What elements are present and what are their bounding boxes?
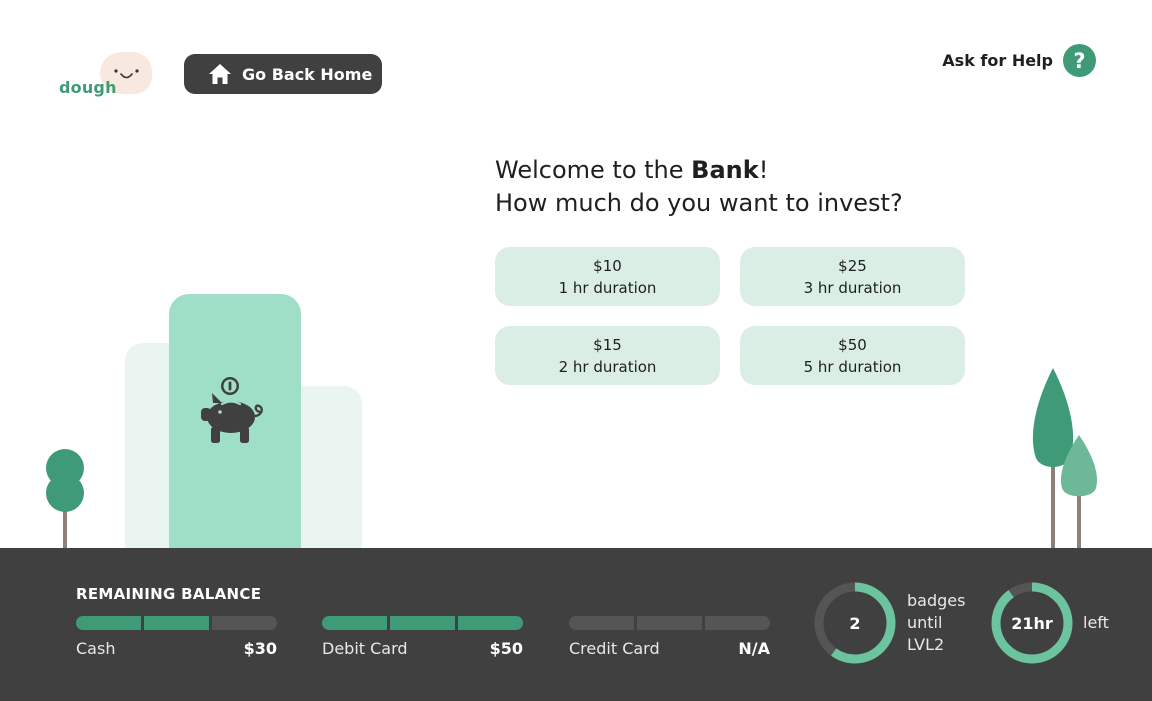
piggy-bank-icon (201, 377, 263, 443)
question-mark-icon: ? (1063, 44, 1096, 77)
credit-card-label: Credit Card (569, 639, 660, 658)
bank-word: Bank (691, 156, 759, 184)
debit-card-label: Debit Card (322, 639, 408, 658)
time-left-label: left (1083, 613, 1109, 632)
ask-for-help-button[interactable]: Ask for Help ? (942, 44, 1096, 77)
cash-meter: Cash $30 (76, 616, 277, 658)
badges-progress-ring: 2 (813, 581, 897, 665)
progress-segment (322, 616, 387, 630)
home-icon (208, 63, 232, 85)
option-amount: $50 (838, 335, 867, 354)
progress-segment (637, 616, 702, 630)
option-amount: $25 (838, 256, 867, 275)
option-duration: 5 hr duration (803, 357, 902, 376)
option-duration: 3 hr duration (803, 278, 902, 297)
cash-progress-bar (76, 616, 277, 630)
help-label: Ask for Help (942, 51, 1053, 70)
debit-card-progress-bar (322, 616, 523, 630)
investment-options: $10 1 hr duration $25 3 hr duration $15 … (495, 247, 966, 385)
badges-count: 2 (849, 613, 861, 633)
time-left-value: 21hr (1011, 613, 1053, 633)
progress-segment (144, 616, 209, 630)
option-duration: 1 hr duration (558, 278, 657, 297)
time-left-ring: 21hr (990, 581, 1074, 665)
credit-card-amount: N/A (738, 639, 770, 658)
progress-segment (458, 616, 523, 630)
welcome-line-1: Welcome to the Bank! (495, 154, 903, 187)
invest-option-50[interactable]: $50 5 hr duration (740, 326, 965, 385)
home-button-label: Go Back Home (242, 64, 373, 84)
progress-segment (212, 616, 277, 630)
progress-segment (569, 616, 634, 630)
debit-card-amount: $50 (489, 639, 523, 658)
credit-card-meter: Credit Card N/A (569, 616, 770, 658)
option-amount: $10 (593, 256, 622, 275)
option-amount: $15 (593, 335, 622, 354)
badges-label: badges until LVL2 (907, 591, 966, 654)
logo-text: dough (59, 78, 117, 97)
option-duration: 2 hr duration (558, 357, 657, 376)
invest-option-25[interactable]: $25 3 hr duration (740, 247, 965, 306)
progress-segment (76, 616, 141, 630)
debit-card-meter: Debit Card $50 (322, 616, 523, 658)
remaining-balance-title: REMAINING BALANCE (76, 585, 262, 603)
progress-segment (705, 616, 770, 630)
tree-illustration-right (1032, 368, 1098, 548)
welcome-suffix: ! (758, 156, 769, 184)
cash-label: Cash (76, 639, 116, 658)
welcome-heading: Welcome to the Bank! How much do you wan… (495, 154, 903, 220)
cash-amount: $30 (243, 639, 277, 658)
credit-card-progress-bar (569, 616, 770, 630)
progress-segment (390, 616, 455, 630)
welcome-line-2: How much do you want to invest? (495, 189, 903, 217)
go-back-home-button[interactable]: Go Back Home (184, 54, 382, 94)
tree-illustration-left (46, 449, 84, 548)
invest-option-15[interactable]: $15 2 hr duration (495, 326, 720, 385)
dough-logo[interactable]: dough (58, 52, 158, 102)
welcome-prefix: Welcome to the (495, 156, 692, 184)
balance-status-bar: REMAINING BALANCE Cash $30 Debit Card $5… (0, 548, 1152, 701)
invest-option-10[interactable]: $10 1 hr duration (495, 247, 720, 306)
